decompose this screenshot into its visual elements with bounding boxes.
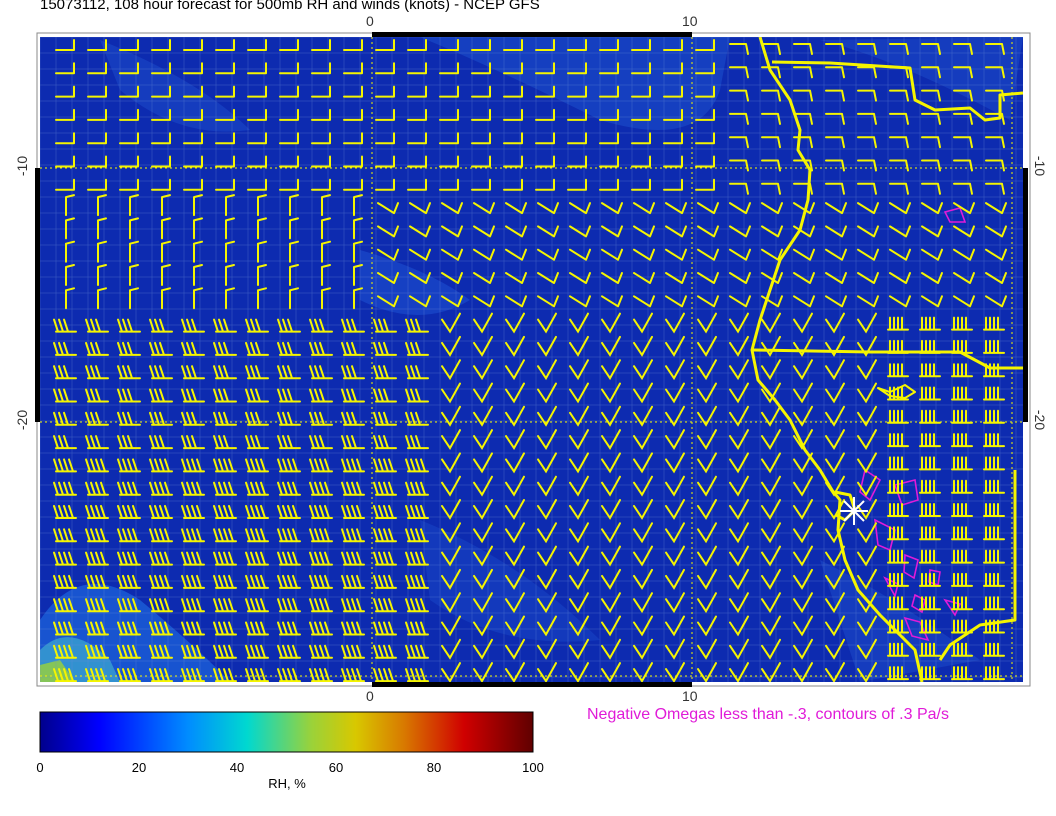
colorbar-tick: 100	[522, 760, 544, 775]
axis-bar-right	[1023, 168, 1028, 422]
y-tick-right-10: -10	[1032, 155, 1049, 177]
weather-map	[35, 32, 1031, 753]
colorbar-tick: 60	[328, 760, 344, 775]
x-tick-bottom-0: 0	[366, 688, 374, 704]
x-tick-top-10: 10	[682, 13, 698, 29]
colorbar-label: RH, %	[268, 776, 306, 791]
colorbar-tick: 40	[229, 760, 245, 775]
x-tick-top-0: 0	[366, 13, 374, 29]
axis-bar-left	[35, 168, 40, 422]
colorbar	[39, 711, 534, 753]
colorbar-tick: 0	[36, 760, 44, 775]
y-tick-right-20: -20	[1032, 409, 1049, 431]
location-marker-icon	[840, 497, 868, 525]
axis-bar-bottom	[372, 682, 692, 687]
colorbar-tick: 80	[426, 760, 442, 775]
x-tick-bottom-10: 10	[682, 688, 698, 704]
y-tick-left-20: -20	[14, 409, 31, 431]
y-tick-left-10: -10	[14, 155, 31, 177]
colorbar-tick: 20	[131, 760, 147, 775]
omega-note: Negative Omegas less than -.3, contours …	[587, 706, 949, 723]
axis-bar-top	[372, 32, 692, 37]
